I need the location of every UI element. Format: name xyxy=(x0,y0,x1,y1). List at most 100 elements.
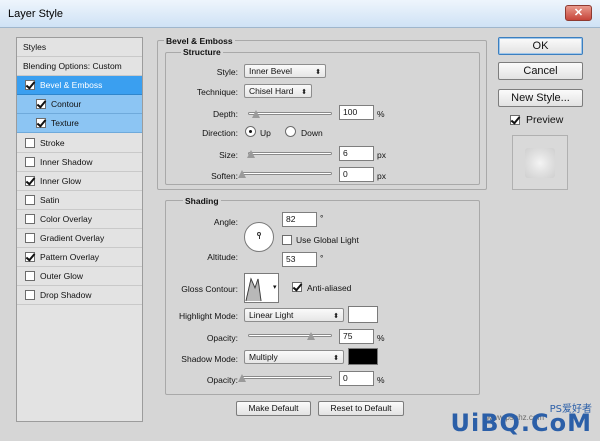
direction-up-label: Up xyxy=(260,128,271,138)
use-global-light-label: Use Global Light xyxy=(296,235,359,245)
highlight-mode-label: Highlight Mode: xyxy=(178,311,238,321)
styles-list-label: Drop Shadow xyxy=(40,290,92,300)
styles-list-checkbox[interactable] xyxy=(25,290,35,300)
styles-list-item[interactable]: Bevel & Emboss xyxy=(17,76,142,95)
size-unit: px xyxy=(377,150,386,160)
angle-unit: ° xyxy=(320,213,324,223)
use-global-light-checkbox[interactable] xyxy=(282,235,292,245)
angle-input[interactable]: 82 xyxy=(282,212,317,227)
styles-list-item[interactable]: Contour xyxy=(17,95,142,114)
depth-slider-thumb[interactable] xyxy=(252,110,261,118)
styles-list-checkbox[interactable] xyxy=(25,157,35,167)
styles-list-item[interactable]: Drop Shadow xyxy=(17,286,142,305)
styles-list-item[interactable]: Inner Shadow xyxy=(17,153,142,172)
size-slider-track[interactable] xyxy=(248,152,332,155)
styles-list-label: Blending Options: Custom xyxy=(23,61,122,71)
highlight-opacity-input[interactable]: 75 xyxy=(339,329,374,344)
styles-list-label: Stroke xyxy=(40,138,65,148)
highlight-color-swatch[interactable] xyxy=(348,306,378,323)
styles-list-item[interactable]: Color Overlay xyxy=(17,210,142,229)
dropdown-arrow-icon[interactable]: ▾ xyxy=(273,283,277,291)
styles-list-checkbox[interactable] xyxy=(25,138,35,148)
styles-list-checkbox[interactable] xyxy=(25,80,35,90)
styles-list-label: Outer Glow xyxy=(40,271,83,281)
close-button[interactable]: ✕ xyxy=(565,5,592,21)
ok-button[interactable]: OK xyxy=(498,37,583,55)
styles-list-item[interactable]: Inner Glow xyxy=(17,172,142,191)
styles-list: Styles Blending Options: Custom Bevel & Em… xyxy=(16,37,143,422)
bevel-emboss-title: Bevel & Emboss xyxy=(164,36,235,46)
window-title: Layer Style xyxy=(8,8,64,20)
style-label: Style: xyxy=(216,67,238,77)
structure-title: Structure xyxy=(181,47,223,57)
updown-arrow-icon: ⬍ xyxy=(301,89,307,96)
cancel-button[interactable]: Cancel xyxy=(498,62,583,80)
reset-to-default-button[interactable]: Reset to Default xyxy=(318,401,404,416)
updown-arrow-icon: ⬍ xyxy=(315,69,321,76)
altitude-input[interactable]: 53 xyxy=(282,252,317,267)
styles-list-checkbox[interactable] xyxy=(25,252,35,262)
altitude-unit: ° xyxy=(320,253,324,263)
soften-input[interactable]: 0 xyxy=(339,167,374,182)
shadow-mode-value: Multiply xyxy=(249,352,278,362)
preview-swatch xyxy=(525,148,555,178)
styles-list-checkbox[interactable] xyxy=(25,271,35,281)
styles-list-label: Pattern Overlay xyxy=(40,252,100,262)
anti-aliased-checkbox[interactable] xyxy=(292,282,302,292)
styles-list-checkbox[interactable] xyxy=(25,176,35,186)
shadow-opacity-track[interactable] xyxy=(242,376,332,379)
soften-slider-thumb[interactable] xyxy=(238,170,246,178)
styles-list-item[interactable]: Satin xyxy=(17,191,142,210)
direction-down-radio[interactable] xyxy=(285,126,296,137)
angle-indicator xyxy=(259,236,260,239)
watermark-logo: UiBQ.CoM PS爱好者 xyxy=(450,404,592,437)
shadow-opacity-input[interactable]: 0 xyxy=(339,371,374,386)
highlight-opacity-label: Opacity: xyxy=(206,333,238,343)
direction-up-radio[interactable] xyxy=(245,126,256,137)
styles-list-checkbox[interactable] xyxy=(25,233,35,243)
make-default-button[interactable]: Make Default xyxy=(236,401,311,416)
styles-list-checkbox[interactable] xyxy=(36,118,46,128)
preview-checkbox[interactable] xyxy=(510,115,520,125)
depth-label: Depth: xyxy=(212,109,238,119)
styles-list-label: Bevel & Emboss xyxy=(40,80,103,90)
styles-list-item[interactable]: Stroke xyxy=(17,134,142,153)
styles-list-item[interactable]: Blending Options: Custom xyxy=(17,57,142,76)
new-style-button[interactable]: New Style... xyxy=(498,89,583,107)
direction-down-label: Down xyxy=(301,128,323,138)
depth-unit: % xyxy=(377,109,385,119)
styles-list-item[interactable]: Outer Glow xyxy=(17,267,142,286)
updown-arrow-icon: ⬍ xyxy=(333,313,339,320)
styles-list-label: Texture xyxy=(51,118,79,128)
altitude-label: Altitude: xyxy=(207,252,238,262)
highlight-mode-select[interactable]: Linear Light ⬍ xyxy=(244,308,344,322)
styles-list-checkbox[interactable] xyxy=(25,195,35,205)
technique-select[interactable]: Chisel Hard ⬍ xyxy=(244,84,312,98)
styles-list-item[interactable]: Pattern Overlay xyxy=(17,248,142,267)
shadow-mode-select[interactable]: Multiply ⬍ xyxy=(244,350,344,364)
angle-label: Angle: xyxy=(213,217,238,227)
title-bar[interactable]: Layer Style ✕ xyxy=(0,0,600,28)
shadow-opacity-unit: % xyxy=(377,375,385,385)
shadow-color-swatch[interactable] xyxy=(348,348,378,365)
styles-list-label: Styles xyxy=(23,42,47,52)
styles-list-checkbox[interactable] xyxy=(25,214,35,224)
highlight-opacity-thumb[interactable] xyxy=(307,332,315,340)
highlight-opacity-unit: % xyxy=(377,333,385,343)
styles-list-item[interactable]: Texture xyxy=(17,114,142,133)
size-slider-thumb[interactable] xyxy=(246,150,255,158)
size-input[interactable]: 6 xyxy=(339,146,374,161)
styles-list-item[interactable]: Styles xyxy=(17,38,142,57)
technique-value: Chisel Hard xyxy=(249,86,294,96)
soften-slider-track[interactable] xyxy=(242,172,332,175)
style-select[interactable]: Inner Bevel ⬍ xyxy=(244,64,326,78)
depth-input[interactable]: 100 xyxy=(339,105,374,120)
styles-list-item[interactable]: Gradient Overlay xyxy=(17,229,142,248)
styles-list-label: Inner Glow xyxy=(40,176,82,186)
angle-dial[interactable] xyxy=(244,222,274,252)
shadow-opacity-thumb[interactable] xyxy=(238,374,246,382)
styles-list-checkbox[interactable] xyxy=(36,99,46,109)
depth-slider-track[interactable] xyxy=(248,112,332,115)
contour-curve-icon xyxy=(245,277,262,302)
highlight-opacity-track[interactable] xyxy=(248,334,332,337)
